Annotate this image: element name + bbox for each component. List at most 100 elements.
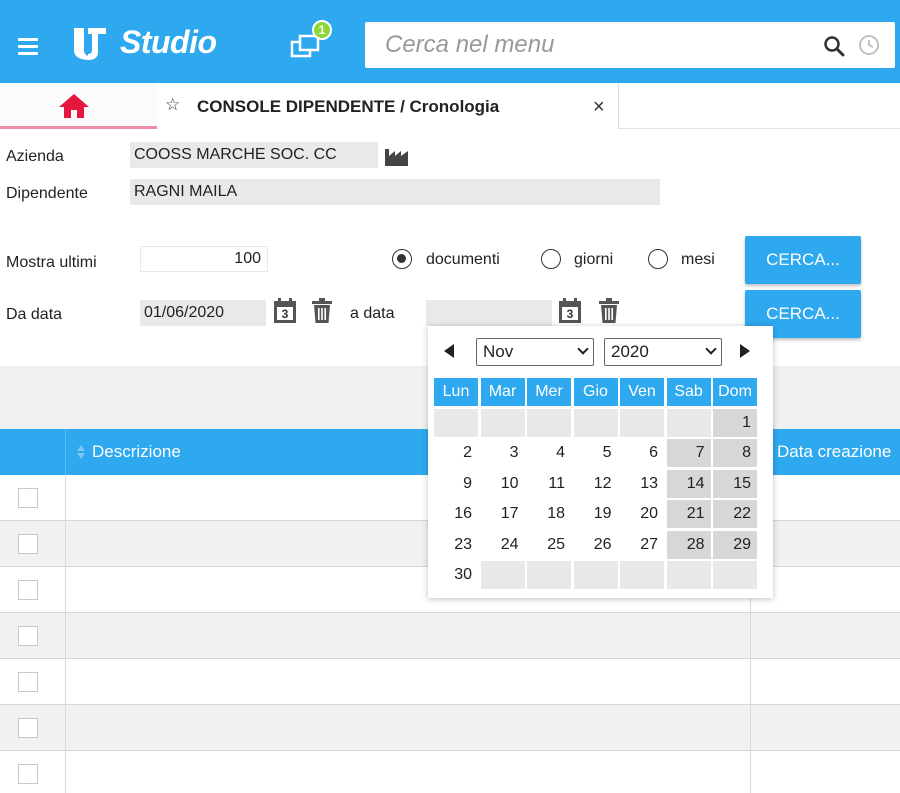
calendar-day[interactable]: 18 — [527, 500, 571, 528]
calendar-day[interactable]: 23 — [434, 531, 478, 559]
table-row[interactable] — [0, 751, 900, 793]
header-divider — [65, 429, 66, 475]
month-select[interactable]: Nov — [476, 338, 594, 366]
calendar-day[interactable]: 11 — [527, 470, 571, 498]
weekday-header: Lun — [434, 378, 478, 406]
history-clock-icon[interactable] — [858, 34, 880, 56]
calendar-day[interactable]: 26 — [574, 531, 618, 559]
trash-icon[interactable] — [598, 298, 620, 324]
calendar-day[interactable]: 22 — [713, 500, 757, 528]
azienda-field: COOSS MARCHE SOC. CC — [130, 142, 378, 168]
notifications-button[interactable]: 1 — [290, 20, 340, 64]
calendar-day[interactable]: 19 — [574, 500, 618, 528]
radio-mesi[interactable] — [648, 249, 668, 269]
weekday-header: Mer — [527, 378, 571, 406]
da-data-label: Da data — [6, 306, 63, 323]
calendar-empty-cell — [620, 561, 664, 589]
calendar-day[interactable]: 30 — [434, 561, 478, 589]
calendar-day[interactable]: 14 — [666, 469, 711, 498]
weekday-header: Mar — [480, 378, 525, 406]
top-bar: Studio 1 — [0, 0, 900, 83]
calendar-day[interactable]: 24 — [481, 531, 525, 559]
brand-name: Studio — [120, 24, 217, 60]
favorite-star-icon[interactable]: ☆ — [165, 95, 180, 115]
calendar-day[interactable]: 12 — [574, 470, 618, 498]
tab-home[interactable] — [0, 83, 157, 129]
row-checkbox[interactable] — [18, 672, 38, 692]
calendar-day[interactable]: 16 — [434, 500, 478, 528]
calendar-icon[interactable]: 3 — [273, 298, 297, 329]
factory-icon[interactable] — [384, 145, 410, 167]
a-data-label: a data — [350, 305, 395, 322]
calendar-day[interactable]: 9 — [434, 470, 478, 498]
calendar-day[interactable]: 8 — [713, 439, 757, 467]
mostra-ultimi-input[interactable]: 100 — [140, 246, 268, 272]
calendar-day[interactable]: 10 — [481, 470, 525, 498]
chevron-down-icon — [705, 343, 717, 355]
date-picker-popup: Nov 2020 Lun Mar Mer Gio Ven Sab Dom 1 2 3 4 5 6 7 8 9 1… — [428, 326, 773, 598]
calendar-day[interactable]: 7 — [666, 439, 711, 467]
table-row[interactable] — [0, 659, 900, 705]
hamburger-menu-icon[interactable] — [18, 38, 38, 59]
cerca-button[interactable]: CERCA... — [745, 236, 861, 284]
calendar-empty-cell — [666, 561, 711, 589]
row-checkbox[interactable] — [18, 626, 38, 646]
next-month-icon[interactable] — [740, 344, 750, 358]
radio-giorni[interactable] — [541, 249, 561, 269]
column-header-descrizione[interactable]: Descrizione — [92, 442, 181, 462]
calendar-day[interactable]: 4 — [527, 439, 571, 467]
calendar-day[interactable]: 27 — [620, 531, 664, 559]
calendar-day[interactable]: 2 — [434, 439, 478, 467]
column-header-data-creazione[interactable]: Data creazione — [777, 442, 891, 462]
calendar-day[interactable]: 5 — [574, 439, 618, 467]
calendar-day[interactable]: 21 — [666, 500, 711, 528]
weekday-header: Dom — [713, 378, 757, 406]
calendar-day[interactable]: 28 — [666, 530, 711, 559]
calendar-icon[interactable]: 3 — [558, 298, 582, 329]
radio-documenti-label: documenti — [426, 251, 500, 268]
calendar-empty-cell — [573, 408, 618, 437]
calendar-day[interactable]: 29 — [713, 530, 757, 559]
calendar-icon-day: 3 — [282, 307, 289, 321]
calendar-empty-cell — [573, 561, 618, 589]
row-checkbox[interactable] — [18, 580, 38, 600]
row-checkbox[interactable] — [18, 534, 38, 554]
calendar-day[interactable]: 15 — [713, 469, 757, 498]
radio-mesi-label: mesi — [681, 251, 715, 268]
calendar-day[interactable]: 1 — [713, 408, 757, 437]
studio-logo-icon — [74, 28, 106, 60]
sort-icon[interactable] — [76, 444, 86, 460]
menu-search — [365, 22, 895, 68]
calendar-day[interactable]: 17 — [481, 500, 525, 528]
weekday-header: Gio — [573, 378, 618, 406]
calendar-day[interactable]: 20 — [620, 500, 664, 528]
year-select[interactable]: 2020 — [604, 338, 722, 366]
table-row[interactable] — [0, 613, 900, 659]
month-select-value: Nov — [483, 342, 514, 361]
weekday-header: Sab — [666, 378, 711, 406]
calendar-icon-day: 3 — [567, 307, 574, 321]
table-row[interactable] — [0, 705, 900, 751]
tab-console-dipendente[interactable]: ☆ CONSOLE DIPENDENTE / Cronologia × — [157, 83, 619, 129]
calendar-day[interactable]: 6 — [620, 439, 664, 467]
previous-month-icon[interactable] — [444, 344, 454, 358]
menu-search-input[interactable] — [385, 30, 805, 60]
close-tab-icon[interactable]: × — [593, 96, 605, 119]
azienda-label: Azienda — [6, 148, 64, 165]
calendar-empty-cell — [527, 408, 571, 437]
column-divider — [65, 475, 66, 793]
row-checkbox[interactable] — [18, 488, 38, 508]
mostra-ultimi-label: Mostra ultimi — [6, 254, 97, 271]
calendar-day[interactable]: 25 — [527, 531, 571, 559]
calendar-day[interactable]: 3 — [481, 439, 525, 467]
calendar-empty-cell — [666, 408, 711, 437]
radio-documenti[interactable] — [392, 249, 412, 269]
row-checkbox[interactable] — [18, 718, 38, 738]
calendar-day[interactable]: 13 — [620, 470, 664, 498]
row-checkbox[interactable] — [18, 764, 38, 784]
calendar-empty-cell — [480, 561, 525, 589]
a-data-input[interactable] — [426, 300, 552, 326]
da-data-input[interactable]: 01/06/2020 — [140, 300, 266, 326]
search-icon[interactable] — [823, 35, 845, 57]
trash-icon[interactable] — [311, 298, 333, 324]
